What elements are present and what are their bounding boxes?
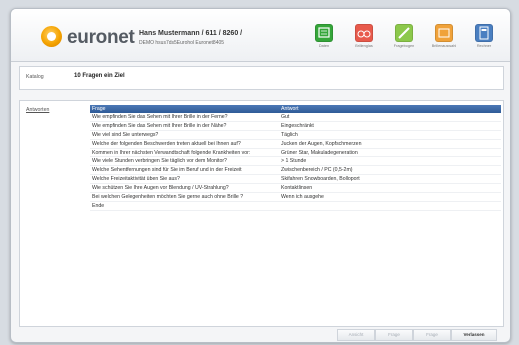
app-window: euronet Hans Mustermann / 611 / 8260 / D… <box>10 8 511 343</box>
tool-rechner-button[interactable]: Rechner <box>464 24 504 48</box>
tool-brillenauswahl-button[interactable]: Brillenauswahl <box>424 24 464 48</box>
answer-cell: Zwischenbereich / PC (0,5-2m) <box>281 167 353 174</box>
table-row[interactable]: Wie empfinden Sie das Sehen mit Ihrer Br… <box>90 113 501 122</box>
tool-label: Brillenglas <box>355 44 373 48</box>
tool-label: Daten <box>318 44 330 48</box>
table-row[interactable]: Welche Sehentfernungen sind für Sie im B… <box>90 166 501 176</box>
catalog-panel: Katalog 10 Fragen ein Ziel <box>19 66 504 90</box>
question-cell: Wie viele Stunden verbringen Sie täglich… <box>92 158 227 165</box>
question-cell: Wie schützen Sie Ihre Augen vor Blendung… <box>92 185 229 192</box>
table-row[interactable]: Wie empfinden Sie das Sehen mit Ihrer Br… <box>90 122 501 131</box>
question-cell: Wie empfinden Sie das Sehen mit Ihrer Br… <box>92 122 227 129</box>
answers-table: Frage Antwort Wie empfinden Sie das Sehe… <box>90 105 501 211</box>
question-cell: Welche Freizeitaktivität üben Sie aus? <box>92 176 180 183</box>
brand-name: euronet <box>67 27 135 48</box>
catalog-label: Katalog <box>26 74 44 80</box>
question-cell: Welche der folgenden Beschwerden treten … <box>92 140 241 147</box>
answers-panel: Antworten Frage Antwort Wie empfinden Si… <box>19 100 504 327</box>
answer-cell: Grüner Star, Makuladegeneration <box>281 149 358 156</box>
answers-label[interactable]: Antworten <box>26 107 49 113</box>
answer-cell: Wenn ich ausgehe <box>281 194 324 201</box>
answer-cell: Jucken der Augen, Kopfschmerzen <box>281 140 362 147</box>
answer-cell: Täglich <box>281 131 298 138</box>
tool-daten-button[interactable]: Daten <box>304 24 344 48</box>
tool-fragebogen-button[interactable]: Fragebogen <box>384 24 424 48</box>
question-cell: Ende <box>92 202 105 209</box>
table-row[interactable]: Welche der folgenden Beschwerden treten … <box>90 140 501 149</box>
previous-question-button[interactable]: Frage <box>375 329 413 341</box>
table-header: Frage Antwort <box>90 105 501 113</box>
view-button[interactable]: Ansicht <box>337 329 375 341</box>
exit-button[interactable]: Verlassen <box>451 329 497 341</box>
column-header-frage[interactable]: Frage <box>92 106 106 112</box>
footer-bar: Ansicht Frage Frage Verlassen <box>19 329 502 341</box>
question-cell: Wie empfinden Sie das Sehen mit Ihrer Br… <box>92 114 228 120</box>
column-header-antwort[interactable]: Antwort <box>281 106 299 112</box>
tool-label: Brillenauswahl <box>431 44 457 48</box>
pencil-icon <box>395 24 413 42</box>
question-cell: Kommen in Ihrer nächsten Verwandtschaft … <box>92 149 251 156</box>
question-cell: Wie viel sind Sie unterwegs? <box>92 131 159 138</box>
catalog-value: 10 Fragen ein Ziel <box>74 73 125 79</box>
table-row[interactable]: Wie viel sind Sie unterwegs? Täglich <box>90 131 501 140</box>
question-cell: Bei welchen Gelegenheiten möchten Sie ge… <box>92 194 244 201</box>
tool-label: Fragebogen <box>393 44 415 48</box>
question-cell: Welche Sehentfernungen sind für Sie im B… <box>92 167 242 174</box>
calculator-icon <box>475 24 493 42</box>
lens-icon <box>355 24 373 42</box>
euronet-logo-icon <box>41 26 62 47</box>
table-row[interactable]: Wie schützen Sie Ihre Augen vor Blendung… <box>90 184 501 194</box>
table-row[interactable]: Welche Freizeitaktivität üben Sie aus? Sk… <box>90 175 501 185</box>
next-question-button[interactable]: Frage <box>413 329 451 341</box>
answer-cell: Skifahren Snowboarden, Bolloport <box>281 176 360 183</box>
user-subinfo: DEMO hsus7ds5Eurohol Euronet8405 <box>139 40 225 46</box>
answer-cell: Gut <box>281 114 290 120</box>
tool-brillenglas-button[interactable]: Brillenglas <box>344 24 384 48</box>
answer-cell: Kontaktlinsen <box>281 185 313 192</box>
table-row[interactable]: Bei welchen Gelegenheiten möchten Sie ge… <box>90 193 501 202</box>
tool-label: Rechner <box>476 44 492 48</box>
answer-cell: > 1 Stunde <box>281 158 307 165</box>
answer-cell: Eingeschränkt <box>281 122 314 129</box>
header: euronet Hans Mustermann / 611 / 8260 / D… <box>11 9 510 62</box>
table-row[interactable]: Wie viele Stunden verbringen Sie täglich… <box>90 157 501 167</box>
user-info: Hans Mustermann / 611 / 8260 / <box>139 30 243 37</box>
table-row[interactable]: Kommen in Ihrer nächsten Verwandtschaft … <box>90 149 501 158</box>
glasses-icon <box>435 24 453 42</box>
data-icon <box>315 24 333 42</box>
table-row[interactable]: Ende <box>90 202 501 211</box>
